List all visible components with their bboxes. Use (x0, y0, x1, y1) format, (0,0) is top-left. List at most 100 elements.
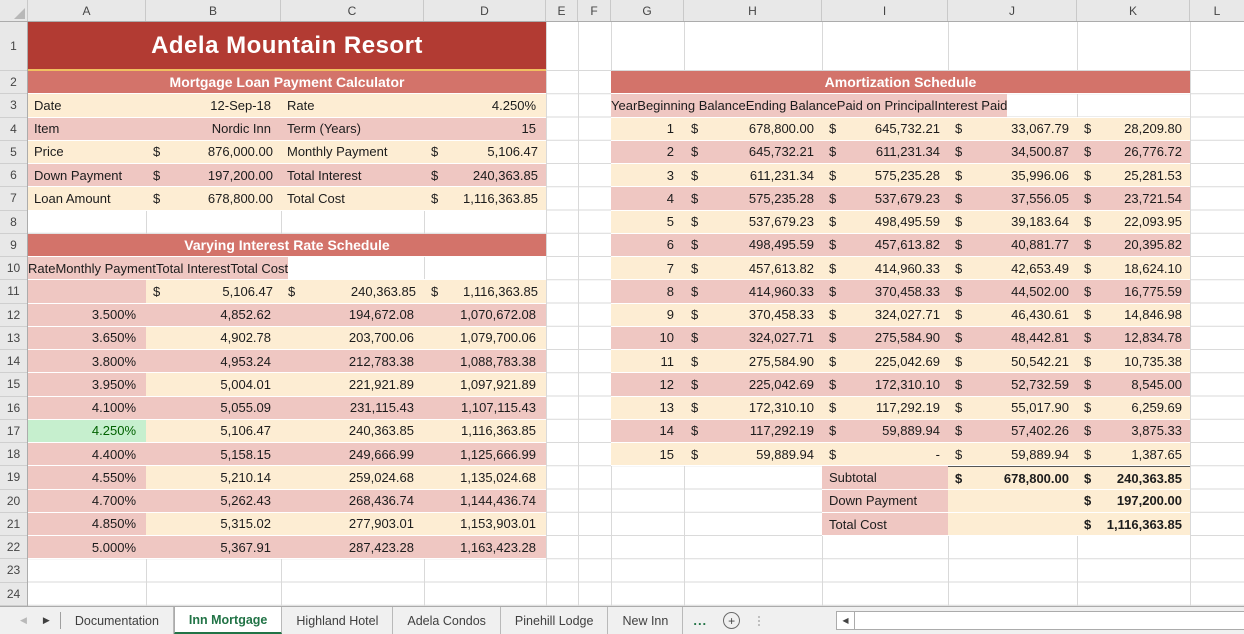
interest-paid-cell[interactable]: $10,735.38 (1077, 350, 1190, 372)
year-cell[interactable]: 14 (611, 420, 684, 442)
column-header[interactable]: G (611, 0, 684, 21)
row-header[interactable]: 7 (0, 187, 27, 210)
rate-cell[interactable]: 4.700% (28, 490, 146, 512)
year-cell[interactable]: 9 (611, 304, 684, 326)
row-header[interactable]: 5 (0, 141, 27, 164)
beginning-balance-cell[interactable]: $414,960.33 (684, 280, 822, 302)
empty-cell[interactable] (948, 490, 1077, 512)
sheet-tab[interactable]: Pinehill Lodge (501, 607, 609, 634)
interest-cell[interactable]: 212,783.38 (281, 350, 424, 372)
paid-principal-cell[interactable]: $44,502.00 (948, 280, 1077, 302)
row-header[interactable]: 15 (0, 373, 27, 396)
ending-balance-cell[interactable]: $324,027.71 (822, 304, 948, 326)
paid-principal-cell[interactable]: $52,732.59 (948, 373, 1077, 395)
base-rate-cell[interactable] (28, 280, 146, 302)
total-cost-label[interactable]: Total Cost (822, 513, 948, 535)
amortization-title-row[interactable]: Amortization Schedule (611, 71, 1190, 94)
interest-paid-cell[interactable]: $22,093.95 (1077, 211, 1190, 233)
term-label[interactable]: Term (Years) (281, 118, 424, 140)
paid-principal-cell[interactable]: $37,556.05 (948, 187, 1077, 209)
down-payment-row[interactable]: Down Payment $197,200.00 (822, 490, 1190, 513)
ending-balance-cell[interactable]: $- (822, 443, 948, 465)
column-header[interactable]: L (1190, 0, 1244, 21)
interest-paid-cell[interactable]: $28,209.80 (1077, 118, 1190, 140)
table-row[interactable]: 15 $59,889.94 $- $59,889.94 $1,387.65 (611, 443, 1190, 466)
year-cell[interactable]: 3 (611, 164, 684, 186)
select-all-corner[interactable] (0, 0, 28, 21)
total-cost-amount[interactable]: $1,116,363.85 (1077, 513, 1190, 535)
empty-cell[interactable] (948, 513, 1077, 535)
row-header[interactable]: 21 (0, 513, 27, 536)
table-row[interactable]: Date 12-Sep-18 Rate 4.250% (28, 94, 546, 117)
interest-cell[interactable]: 249,666.99 (281, 443, 424, 465)
loan-amount-label[interactable]: Loan Amount (28, 187, 146, 209)
interest-cell[interactable]: 287,423.28 (281, 536, 424, 558)
beginning-balance-cell[interactable]: $324,027.71 (684, 327, 822, 349)
table-row[interactable]: 9 $370,458.33 $324,027.71 $46,430.61 $14… (611, 304, 1190, 327)
row-header[interactable]: 10 (0, 257, 27, 280)
table-row[interactable]: 3.800% 4,953.24 212,783.38 1,088,783.38 (28, 350, 546, 373)
term-value[interactable]: 15 (424, 118, 546, 140)
tab-overflow-ellipsis[interactable]: ... (683, 607, 717, 634)
loan-amount-value[interactable]: $678,800.00 (146, 187, 281, 209)
total-cost-value[interactable]: $1,116,363.85 (424, 187, 546, 209)
rate-cell[interactable]: 4.400% (28, 443, 146, 465)
column-header[interactable]: H (684, 0, 822, 21)
table-row[interactable]: Down Payment $197,200.00 Total Interest … (28, 164, 546, 187)
payment-cell[interactable]: 4,953.24 (146, 350, 281, 372)
sheet-tab[interactable]: Adela Condos (393, 607, 501, 634)
interest-paid-cell[interactable]: $25,281.53 (1077, 164, 1190, 186)
interest-cell[interactable]: 259,024.68 (281, 466, 424, 488)
row-header[interactable]: 24 (0, 583, 27, 606)
table-row[interactable]: 13 $172,310.10 $117,292.19 $55,017.90 $6… (611, 397, 1190, 420)
paid-principal-cell[interactable]: $39,183.64 (948, 211, 1077, 233)
ending-balance-cell[interactable]: $59,889.94 (822, 420, 948, 442)
interest-paid-cell[interactable]: $3,875.33 (1077, 420, 1190, 442)
table-row[interactable]: 7 $457,613.82 $414,960.33 $42,653.49 $18… (611, 257, 1190, 280)
year-cell[interactable]: 13 (611, 397, 684, 419)
row-header[interactable]: 14 (0, 350, 27, 373)
column-label[interactable]: Total Interest (156, 257, 230, 279)
table-row[interactable]: 5.000% 5,367.91 287,423.28 1,163,423.28 (28, 536, 546, 559)
cost-cell[interactable]: 1,116,363.85 (424, 420, 546, 442)
date-value[interactable]: 12-Sep-18 (146, 94, 281, 116)
beginning-balance-cell[interactable]: $498,495.59 (684, 234, 822, 256)
year-cell[interactable]: 8 (611, 280, 684, 302)
table-row[interactable]: 4.250% 5,106.47 240,363.85 1,116,363.85 (28, 420, 546, 443)
row-header[interactable]: 22 (0, 536, 27, 559)
total-interest-value[interactable]: $240,363.85 (424, 164, 546, 186)
table-row[interactable]: 12 $225,042.69 $172,310.10 $52,732.59 $8… (611, 373, 1190, 396)
down-payment-amount[interactable]: $197,200.00 (1077, 490, 1190, 512)
column-header[interactable]: D (424, 0, 546, 21)
table-row[interactable]: Item Nordic Inn Term (Years) 15 (28, 118, 546, 141)
down-payment-value[interactable]: $197,200.00 (146, 164, 281, 186)
column-header[interactable]: K (1077, 0, 1190, 21)
ending-balance-cell[interactable]: $370,458.33 (822, 280, 948, 302)
paid-principal-cell[interactable]: $33,067.79 (948, 118, 1077, 140)
row-header[interactable]: 6 (0, 164, 27, 187)
cost-cell[interactable]: 1,144,436.74 (424, 490, 546, 512)
beginning-balance-cell[interactable]: $645,732.21 (684, 141, 822, 163)
total-cost-row[interactable]: Total Cost $1,116,363.85 (822, 513, 1190, 536)
varying-base-row[interactable]: $5,106.47 $240,363.85 $1,116,363.85 (28, 280, 546, 303)
paid-principal-cell[interactable]: $55,017.90 (948, 397, 1077, 419)
ending-balance-cell[interactable]: $275,584.90 (822, 327, 948, 349)
column-label[interactable]: Rate (28, 257, 55, 279)
cost-cell[interactable]: 1,088,783.38 (424, 350, 546, 372)
total-cost-label[interactable]: Total Cost (281, 187, 424, 209)
interest-paid-cell[interactable]: $1,387.65 (1077, 443, 1190, 465)
item-value[interactable]: Nordic Inn (146, 118, 281, 140)
cost-cell[interactable]: 1,153,903.01 (424, 513, 546, 535)
sheet-tab[interactable]: New Inn (608, 607, 683, 634)
down-payment-label[interactable]: Down Payment (28, 164, 146, 186)
interest-paid-cell[interactable]: $20,395.82 (1077, 234, 1190, 256)
payment-cell[interactable]: 5,367.91 (146, 536, 281, 558)
row-header[interactable]: 18 (0, 443, 27, 466)
ending-balance-cell[interactable]: $225,042.69 (822, 350, 948, 372)
row-header[interactable]: 3 (0, 94, 27, 117)
ending-balance-cell[interactable]: $172,310.10 (822, 373, 948, 395)
row-header[interactable]: 17 (0, 420, 27, 443)
table-row[interactable]: 4.850% 5,315.02 277,903.01 1,153,903.01 (28, 513, 546, 536)
year-cell[interactable]: 11 (611, 350, 684, 372)
down-payment-label[interactable]: Down Payment (822, 490, 948, 512)
